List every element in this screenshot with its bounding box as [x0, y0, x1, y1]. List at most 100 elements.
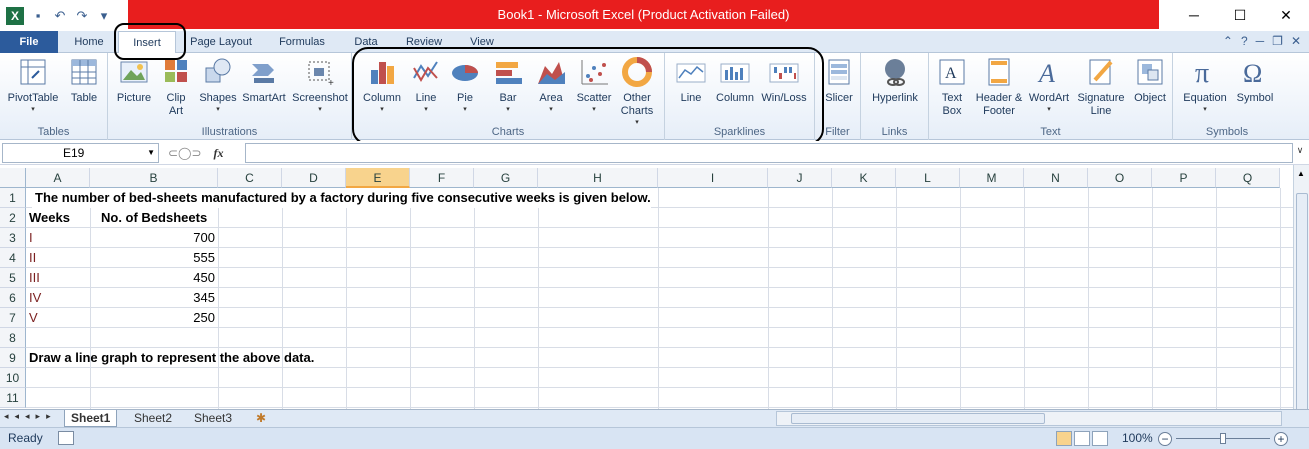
undo-icon[interactable]: ↶ — [52, 8, 68, 24]
clip-art-button[interactable]: Clip Art — [158, 56, 194, 118]
customize-qat-icon[interactable]: ▾ — [96, 8, 112, 24]
smartart-button[interactable]: SmartArt — [240, 56, 288, 105]
text-box-button[interactable]: A Text Box — [933, 56, 971, 118]
signature-line-button[interactable]: Signature Line — [1073, 56, 1129, 118]
row-header-2[interactable]: 2 — [0, 208, 26, 228]
hyperlink-button[interactable]: Hyperlink — [867, 56, 923, 105]
row-header-4[interactable]: 4 — [0, 248, 26, 268]
minimize-ribbon-icon[interactable]: ⌃ — [1223, 34, 1233, 48]
cell-a7[interactable]: V — [26, 308, 90, 328]
help-icon[interactable]: ? — [1241, 34, 1248, 48]
excel-logo-icon[interactable]: X — [6, 6, 24, 25]
name-box-dropdown-icon[interactable]: ▼ — [147, 144, 155, 162]
sheet-nav-arrows-icon[interactable]: ◂◂◂▸▸ — [4, 411, 57, 422]
header-footer-button[interactable]: Header & Footer — [973, 56, 1025, 118]
horizontal-scroll-thumb[interactable] — [791, 413, 1045, 424]
macro-record-icon[interactable] — [58, 431, 74, 445]
column-header-k[interactable]: K — [832, 168, 896, 188]
equation-button[interactable]: π Equation ▾ — [1177, 56, 1233, 114]
row-header-6[interactable]: 6 — [0, 288, 26, 308]
row-header-10[interactable]: 10 — [0, 368, 26, 388]
minimize-icon[interactable]: ─ — [1171, 0, 1217, 31]
picture-button[interactable]: Picture — [114, 56, 154, 105]
row-header-11[interactable]: 11 — [0, 388, 26, 408]
expand-formula-bar-icon[interactable]: ∨ — [1293, 145, 1307, 161]
insert-sheet-icon[interactable]: ✱ — [250, 410, 272, 427]
horizontal-scrollbar[interactable] — [776, 411, 1282, 426]
cell-a9[interactable]: Draw a line graph to represent the above… — [26, 348, 314, 368]
cell-b4[interactable]: 555 — [90, 248, 218, 268]
tab-formulas[interactable]: Formulas — [271, 31, 333, 53]
tab-file[interactable]: File — [0, 31, 58, 53]
cell-b3[interactable]: 700 — [90, 228, 218, 248]
page-break-view-icon[interactable] — [1092, 431, 1108, 446]
formula-input[interactable] — [245, 143, 1293, 163]
cell-a2[interactable]: Weeks — [26, 208, 90, 228]
column-header-a[interactable]: A — [26, 168, 90, 188]
select-all-corner[interactable] — [0, 168, 26, 188]
cell-b5[interactable]: 450 — [90, 268, 218, 288]
zoom-level[interactable]: 100% — [1122, 431, 1153, 445]
zoom-slider[interactable]: − + — [1158, 432, 1288, 446]
workbook-restore-icon[interactable]: ❐ — [1272, 34, 1283, 48]
vertical-scroll-thumb[interactable] — [1296, 193, 1308, 423]
symbol-button[interactable]: Ω Symbol — [1233, 56, 1277, 105]
cell-a1[interactable]: The number of bed-sheets manufactured by… — [32, 188, 651, 208]
maximize-icon[interactable]: ☐ — [1217, 0, 1263, 31]
column-header-o[interactable]: O — [1088, 168, 1152, 188]
column-header-i[interactable]: I — [658, 168, 768, 188]
tab-page-layout[interactable]: Page Layout — [183, 31, 259, 53]
row-header-5[interactable]: 5 — [0, 268, 26, 288]
tab-home[interactable]: Home — [66, 31, 112, 53]
workbook-minimize-icon[interactable]: ─ — [1256, 34, 1265, 48]
column-header-c[interactable]: C — [218, 168, 282, 188]
column-header-l[interactable]: L — [896, 168, 960, 188]
column-header-q[interactable]: Q — [1216, 168, 1280, 188]
column-header-p[interactable]: P — [1152, 168, 1216, 188]
save-icon[interactable]: ▪ — [30, 8, 46, 24]
cell-b7[interactable]: 250 — [90, 308, 218, 328]
workbook-close-icon[interactable]: ✕ — [1291, 34, 1301, 48]
insert-function-icon[interactable]: fx — [214, 146, 224, 161]
vertical-scrollbar[interactable]: ▲ — [1293, 165, 1309, 423]
close-icon[interactable]: ✕ — [1263, 0, 1309, 31]
column-header-n[interactable]: N — [1024, 168, 1088, 188]
cell-b6[interactable]: 345 — [90, 288, 218, 308]
sheet-tab-sheet3[interactable]: Sheet3 — [188, 410, 238, 427]
cell-b2[interactable]: No. of Bedsheets — [98, 208, 218, 228]
column-header-f[interactable]: F — [410, 168, 474, 188]
column-header-m[interactable]: M — [960, 168, 1024, 188]
column-header-d[interactable]: D — [282, 168, 346, 188]
zoom-in-icon[interactable]: + — [1274, 432, 1288, 446]
sheet-tab-sheet1[interactable]: Sheet1 — [64, 410, 118, 427]
name-box[interactable]: E19 ▼ — [2, 143, 159, 163]
cell-a3[interactable]: I — [26, 228, 90, 248]
column-header-g[interactable]: G — [474, 168, 538, 188]
row-header-1[interactable]: 1 — [0, 188, 26, 208]
object-button[interactable]: Object — [1131, 56, 1169, 105]
page-layout-view-icon[interactable] — [1074, 431, 1090, 446]
pivottable-button[interactable]: PivotTable ▾ — [4, 56, 62, 114]
table-button[interactable]: Table — [64, 56, 104, 105]
row-header-7[interactable]: 7 — [0, 308, 26, 328]
column-header-e[interactable]: E — [346, 168, 410, 188]
column-header-h[interactable]: H — [538, 168, 658, 188]
cell-a4[interactable]: II — [26, 248, 90, 268]
sheet-tab-sheet2[interactable]: Sheet2 — [128, 410, 178, 427]
row-header-8[interactable]: 8 — [0, 328, 26, 348]
normal-view-icon[interactable] — [1056, 431, 1072, 446]
row-header-3[interactable]: 3 — [0, 228, 26, 248]
zoom-out-icon[interactable]: − — [1158, 432, 1172, 446]
column-header-b[interactable]: B — [90, 168, 218, 188]
shapes-button[interactable]: Shapes ▾ — [196, 56, 240, 114]
column-header-j[interactable]: J — [768, 168, 832, 188]
wordart-button[interactable]: A WordArt ▾ — [1027, 56, 1071, 114]
zoom-knob[interactable] — [1220, 433, 1226, 444]
worksheet-grid[interactable]: A B C D E F G H I J K L M N O P Q 1 2 3 … — [0, 168, 1293, 409]
scroll-up-icon[interactable]: ▲ — [1297, 169, 1305, 178]
slicer-button[interactable]: Slicer — [821, 56, 857, 105]
row-header-9[interactable]: 9 — [0, 348, 26, 368]
cell-a6[interactable]: IV — [26, 288, 90, 308]
redo-icon[interactable]: ↷ — [74, 8, 90, 24]
screenshot-button[interactable]: + Screenshot ▾ — [290, 56, 350, 114]
